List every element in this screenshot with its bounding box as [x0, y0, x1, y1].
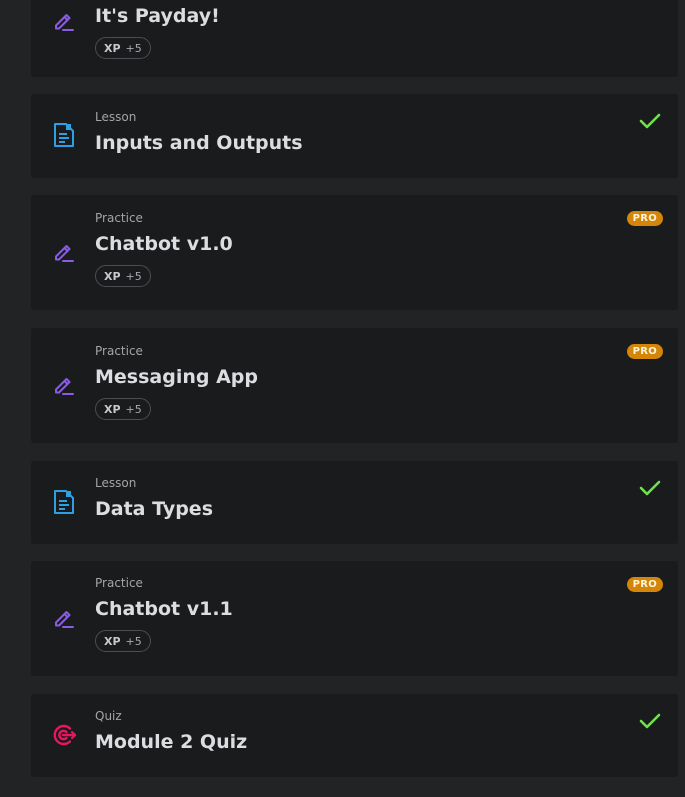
item-title: Inputs and Outputs	[95, 132, 303, 154]
item-kind: Quiz	[95, 709, 122, 723]
xp-label: XP	[104, 41, 121, 55]
xp-value: +5	[125, 41, 142, 55]
quiz-item-module-2-quiz[interactable]: Quiz Module 2 Quiz	[31, 694, 678, 777]
pencil-icon	[51, 605, 77, 631]
document-icon	[51, 489, 77, 515]
item-title: Messaging App	[95, 366, 258, 388]
item-kind: Practice	[95, 576, 143, 590]
item-kind: Lesson	[95, 110, 137, 124]
pencil-icon	[51, 239, 77, 265]
xp-badge: XP +5	[95, 630, 151, 652]
xp-badge: XP +5	[95, 265, 151, 287]
check-icon	[639, 713, 661, 729]
pro-badge: PRO	[626, 577, 663, 592]
target-icon	[51, 722, 77, 748]
xp-value: +5	[125, 634, 142, 648]
check-icon	[639, 113, 661, 129]
module-item-list: It's Payday! XP +5 Lesson Inputs and Out…	[0, 0, 685, 797]
check-icon	[639, 480, 661, 496]
practice-item-chatbot-v1-0[interactable]: Practice Chatbot v1.0 XP +5 PRO	[31, 195, 678, 310]
document-icon	[51, 122, 77, 148]
pro-badge: PRO	[626, 344, 663, 359]
item-kind: Practice	[95, 211, 143, 225]
xp-label: XP	[104, 634, 121, 648]
xp-label: XP	[104, 269, 121, 283]
pro-badge: PRO	[626, 211, 663, 226]
xp-value: +5	[125, 402, 142, 416]
xp-badge: XP +5	[95, 37, 151, 59]
practice-item-its-payday[interactable]: It's Payday! XP +5	[31, 0, 678, 77]
item-kind: Lesson	[95, 476, 137, 490]
xp-value: +5	[125, 269, 142, 283]
practice-item-chatbot-v1-1[interactable]: Practice Chatbot v1.1 XP +5 PRO	[31, 561, 678, 676]
pencil-icon	[51, 8, 77, 34]
item-title: It's Payday!	[95, 5, 220, 27]
practice-item-messaging-app[interactable]: Practice Messaging App XP +5 PRO	[31, 328, 678, 443]
xp-badge: XP +5	[95, 398, 151, 420]
xp-label: XP	[104, 402, 121, 416]
lesson-item-inputs-and-outputs[interactable]: Lesson Inputs and Outputs	[31, 94, 678, 178]
pencil-icon	[51, 372, 77, 398]
lesson-item-data-types[interactable]: Lesson Data Types	[31, 461, 678, 544]
item-title: Chatbot v1.0	[95, 233, 233, 255]
item-kind: Practice	[95, 344, 143, 358]
item-title: Chatbot v1.1	[95, 598, 233, 620]
item-title: Module 2 Quiz	[95, 731, 248, 753]
item-title: Data Types	[95, 498, 213, 520]
